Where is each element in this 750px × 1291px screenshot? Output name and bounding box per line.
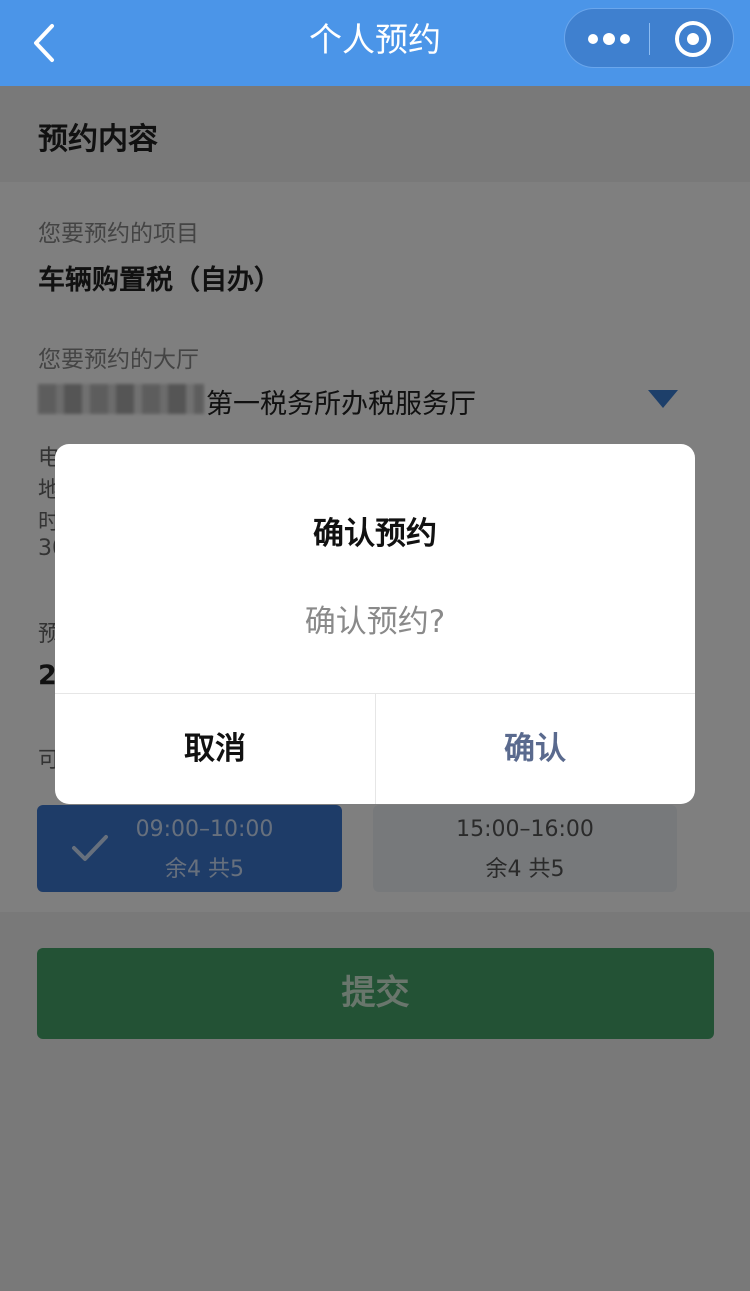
more-dots-icon[interactable]: [587, 25, 631, 53]
target-icon[interactable]: [673, 19, 713, 59]
mini-program-capsule: [564, 8, 734, 68]
capsule-divider: [649, 23, 650, 55]
dialog-message: 确认预约?: [304, 604, 446, 640]
cancel-button[interactable]: 取消: [55, 694, 375, 804]
dialog-title: 确认预约: [313, 516, 437, 552]
confirm-button[interactable]: 确认: [375, 694, 695, 804]
navbar: 个人预约: [0, 0, 750, 86]
confirm-dialog: 确认预约 确认预约? 取消 确认: [55, 444, 695, 804]
